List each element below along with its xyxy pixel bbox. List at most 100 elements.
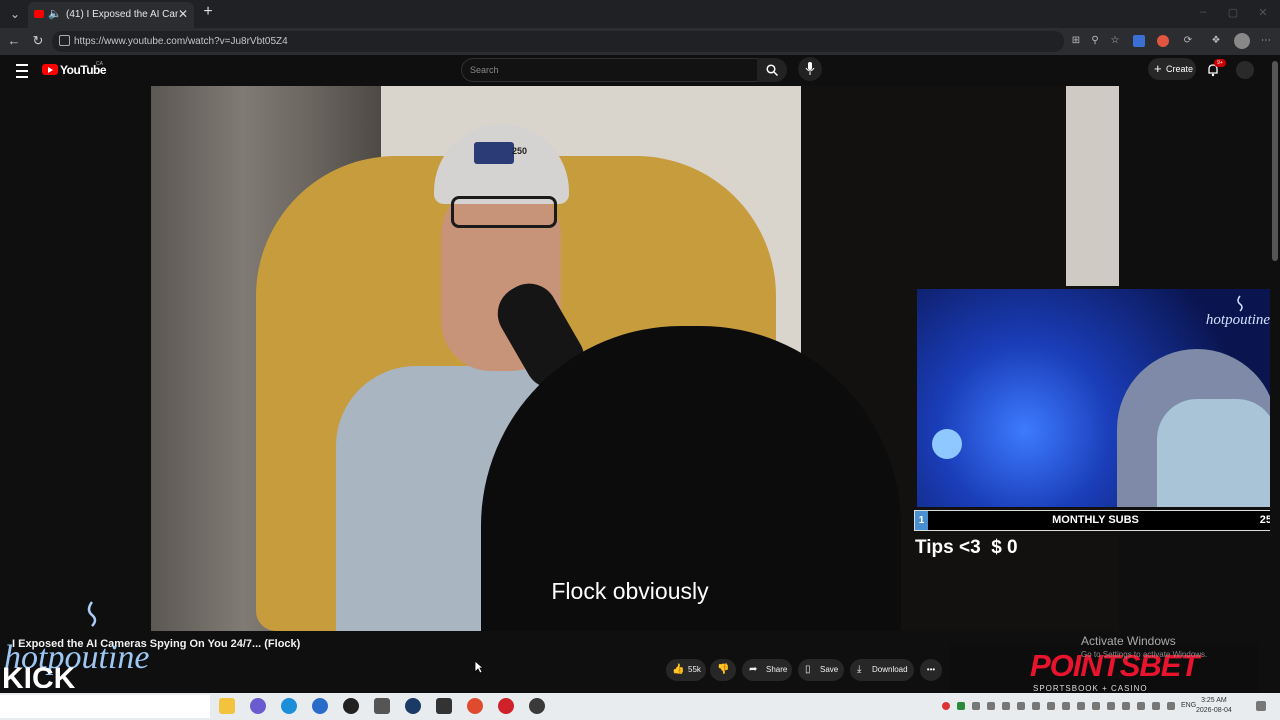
tray-icon[interactable] bbox=[1122, 702, 1130, 710]
youtube-header: YouTube CA Search + Create 9+ bbox=[0, 55, 1270, 85]
url-text: https://www.youtube.com/watch?v=Ju8rVbt0… bbox=[74, 36, 288, 47]
region-code: CA bbox=[96, 61, 103, 67]
zoom-icon[interactable]: ⚲ bbox=[1089, 35, 1101, 47]
taskbar-search-box[interactable] bbox=[0, 695, 210, 718]
more-actions-button[interactable]: ••• bbox=[920, 659, 942, 681]
streamer-tanktop bbox=[1157, 399, 1277, 507]
tray-icon[interactable] bbox=[1077, 702, 1085, 710]
download-label: Download bbox=[872, 665, 908, 674]
obs-icon[interactable] bbox=[343, 698, 359, 714]
steam-icon[interactable] bbox=[405, 698, 421, 714]
subs-goal-current: 1 bbox=[915, 511, 928, 530]
dislike-button[interactable]: 👎 bbox=[710, 659, 736, 681]
app-icon[interactable] bbox=[498, 698, 514, 714]
minimize-button[interactable]: – bbox=[1196, 6, 1210, 20]
wall-right bbox=[1066, 86, 1119, 286]
pointsbet-tagline: SPORTSBOOK + CASINO bbox=[1033, 684, 1148, 693]
subs-goal-label: MONTHLY SUBS bbox=[1052, 514, 1139, 526]
search-input[interactable]: Search bbox=[461, 58, 758, 82]
activate-windows-title: Activate Windows bbox=[1081, 634, 1176, 648]
app-icon[interactable] bbox=[312, 698, 328, 714]
search-icon bbox=[766, 64, 778, 76]
microphone-icon bbox=[805, 62, 815, 75]
more-menu-icon[interactable]: ⋯ bbox=[1260, 35, 1272, 47]
cap-number: 250 bbox=[512, 146, 528, 156]
settings-gear-icon[interactable] bbox=[374, 698, 390, 714]
tray-icon[interactable] bbox=[957, 702, 965, 710]
search-placeholder: Search bbox=[470, 65, 499, 75]
thumbs-down-icon: 👎 bbox=[717, 664, 730, 675]
youtube-favicon-icon bbox=[34, 10, 44, 18]
chrome-icon[interactable] bbox=[467, 698, 483, 714]
download-icon: ⤓ bbox=[857, 664, 862, 675]
extension-icon[interactable] bbox=[1133, 35, 1145, 47]
browser-toolbar: ← ↻ https://www.youtube.com/watch?v=Ju8r… bbox=[0, 28, 1280, 55]
extensions-puzzle-icon[interactable]: ⟳ bbox=[1182, 35, 1194, 47]
volume-icon[interactable] bbox=[1152, 702, 1160, 710]
close-window-button[interactable]: ✕ bbox=[1256, 6, 1270, 20]
tray-icon[interactable] bbox=[1002, 702, 1010, 710]
app-icon[interactable] bbox=[529, 698, 545, 714]
extension-icon[interactable] bbox=[1157, 35, 1169, 47]
plus-icon: + bbox=[1154, 61, 1162, 76]
account-avatar[interactable] bbox=[1236, 61, 1254, 79]
download-button[interactable]: ⤓ Download bbox=[850, 659, 914, 681]
mouse-cursor-icon bbox=[474, 660, 484, 674]
share-button[interactable]: ➦ Share bbox=[742, 659, 792, 681]
scrollbar-thumb[interactable] bbox=[1272, 61, 1278, 261]
favorite-star-icon[interactable]: ☆ bbox=[1109, 35, 1121, 47]
clock-time: 3:25 AM bbox=[1201, 697, 1227, 704]
guide-menu-icon[interactable] bbox=[16, 64, 28, 78]
clock-date: 2026-08-04 bbox=[1196, 707, 1232, 714]
activate-windows-subtext: Go to Settings to activate Windows. bbox=[1081, 650, 1208, 659]
tray-icon[interactable] bbox=[1047, 702, 1055, 710]
terminal-icon[interactable] bbox=[436, 698, 452, 714]
search-button[interactable] bbox=[757, 58, 787, 82]
thumbs-up-icon: 👍 bbox=[672, 664, 685, 675]
tray-icon[interactable] bbox=[1092, 702, 1100, 710]
tray-icon[interactable] bbox=[1107, 702, 1115, 710]
notification-center-icon[interactable] bbox=[1256, 701, 1266, 711]
tab-list-chevron-icon[interactable]: ⌄ bbox=[6, 5, 24, 23]
save-label: Save bbox=[820, 665, 839, 674]
create-button[interactable]: + Create bbox=[1148, 58, 1196, 80]
edge-icon[interactable] bbox=[281, 698, 297, 714]
tray-icon[interactable] bbox=[972, 702, 980, 710]
save-button[interactable]: ▯ Save bbox=[798, 659, 844, 681]
new-tab-button[interactable]: + bbox=[199, 3, 217, 23]
windows-taskbar: ENG 3:25 AM 2026-08-04 bbox=[0, 693, 1280, 720]
collections-icon[interactable]: ❖ bbox=[1210, 35, 1222, 47]
page-scrollbar[interactable] bbox=[1270, 55, 1280, 693]
copilot-icon[interactable] bbox=[250, 698, 266, 714]
tray-icon[interactable] bbox=[1062, 702, 1070, 710]
tray-icon[interactable] bbox=[1017, 702, 1025, 710]
taskbar-clock[interactable]: 3:25 AM 2026-08-04 bbox=[1196, 696, 1232, 716]
profile-avatar-icon[interactable] bbox=[1234, 33, 1250, 49]
battery-icon[interactable] bbox=[1167, 702, 1175, 710]
blue-light bbox=[932, 429, 962, 459]
platform-text: KICK bbox=[2, 662, 76, 688]
file-explorer-icon[interactable] bbox=[219, 698, 235, 714]
voice-search-button[interactable] bbox=[798, 57, 822, 81]
bookmark-icon: ▯ bbox=[805, 664, 811, 675]
network-icon[interactable] bbox=[1137, 702, 1145, 710]
tab-close-icon[interactable]: ✕ bbox=[178, 7, 188, 21]
youtube-logo-icon[interactable] bbox=[42, 64, 58, 75]
tab-title: (41) I Exposed the AI Cameras bbox=[66, 9, 178, 20]
input-language[interactable]: ENG bbox=[1181, 702, 1196, 709]
browser-tab-active[interactable]: 🔈 (41) I Exposed the AI Cameras ✕ bbox=[28, 2, 194, 28]
site-info-icon[interactable] bbox=[59, 35, 70, 46]
notification-count-badge: 9+ bbox=[1214, 59, 1226, 67]
address-bar[interactable]: https://www.youtube.com/watch?v=Ju8rVbt0… bbox=[52, 31, 1064, 52]
speaker-icon[interactable]: 🔈 bbox=[48, 7, 62, 20]
back-arrow-icon[interactable]: ← bbox=[6, 33, 22, 49]
hotpoutine-kick-logo: hotpoutine KICK bbox=[2, 601, 149, 688]
tray-icon[interactable] bbox=[942, 702, 950, 710]
hotpoutine-watermark-logo: hotpoutine bbox=[1206, 295, 1270, 328]
like-button[interactable]: 👍 55k bbox=[666, 659, 706, 681]
reload-icon[interactable]: ↻ bbox=[30, 33, 46, 49]
maximize-button[interactable]: ▢ bbox=[1226, 6, 1240, 20]
app-grid-icon[interactable]: ⊞ bbox=[1070, 35, 1082, 47]
tray-icon[interactable] bbox=[1032, 702, 1040, 710]
tray-icon[interactable] bbox=[987, 702, 995, 710]
